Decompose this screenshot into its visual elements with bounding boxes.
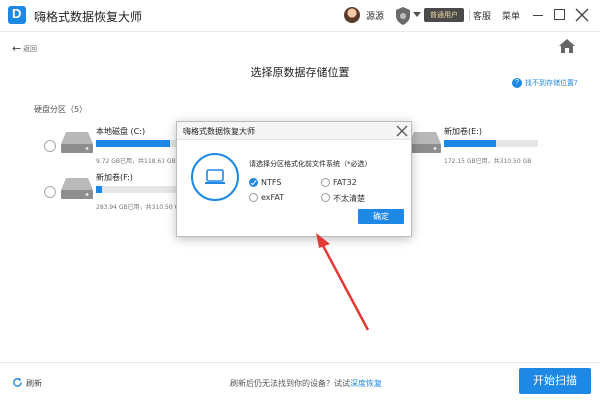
help-link[interactable]: 找不到存储位置? bbox=[525, 78, 578, 88]
service-link[interactable]: 客服 bbox=[473, 9, 491, 22]
dialog-prompt: 请选择分区格式化前文件系统（*必选） bbox=[249, 160, 372, 168]
drive-name: 本地磁盘 (C:) bbox=[96, 127, 146, 136]
laptop-icon bbox=[205, 169, 225, 184]
section-label: 硬盘分区（5） bbox=[34, 105, 88, 114]
app-title: 嗨格式数据恢复大师 bbox=[34, 10, 143, 24]
drive-info: 9.72 GB已用，共118.61 GB bbox=[96, 158, 176, 165]
option-ntfs-radio[interactable] bbox=[249, 178, 258, 187]
drive-usage-fill bbox=[96, 186, 103, 193]
home-icon[interactable] bbox=[558, 38, 576, 54]
drive-usage-bar bbox=[96, 140, 176, 147]
refresh-button[interactable]: 刷新 bbox=[26, 378, 42, 389]
title-bar: D 嗨格式数据恢复大师 源源 普通用户 客服 菜单 bbox=[0, 0, 600, 32]
option-exfat-radio[interactable] bbox=[249, 193, 258, 202]
drive-radio[interactable] bbox=[44, 140, 56, 152]
drive-info: 283.94 GB已用，共310.50 GB bbox=[96, 204, 176, 211]
divider bbox=[469, 9, 470, 21]
dialog-title: 嗨格式数据恢复大师 bbox=[183, 127, 255, 136]
drive-name: 新加卷(E:) bbox=[444, 127, 482, 136]
help-icon[interactable]: ? bbox=[512, 78, 522, 88]
menu-link[interactable]: 菜单 bbox=[502, 9, 520, 22]
file-system-dialog: 嗨格式数据恢复大师 请选择分区格式化前文件系统（*必选） NTFS FAT32 … bbox=[176, 121, 412, 237]
drive-radio[interactable] bbox=[44, 186, 56, 198]
dialog-header: 嗨格式数据恢复大师 bbox=[177, 122, 411, 140]
minimize-icon[interactable] bbox=[533, 15, 543, 16]
option-fat32-radio[interactable] bbox=[321, 178, 330, 187]
user-avatar[interactable] bbox=[344, 7, 360, 23]
app-logo-icon: D bbox=[8, 6, 26, 24]
option-unsure-radio[interactable] bbox=[321, 193, 330, 202]
hard-drive-icon bbox=[61, 178, 93, 199]
option-exfat-label[interactable]: exFAT bbox=[261, 193, 284, 202]
close-icon[interactable] bbox=[574, 7, 590, 23]
close-icon[interactable] bbox=[396, 125, 408, 137]
chevron-down-icon[interactable] bbox=[413, 12, 421, 17]
page-title: 选择原数据存储位置 bbox=[250, 66, 350, 79]
member-badge[interactable]: 普通用户 bbox=[424, 8, 464, 22]
bottom-bar: 刷新 刷新后仍无法找到你的设备？试试深度恢复 开始扫描 bbox=[0, 362, 600, 417]
drive-info: 172.15 GB已用，共310.50 GB bbox=[444, 158, 532, 165]
option-ntfs-label[interactable]: NTFS bbox=[261, 178, 281, 187]
drive-name: 新加卷(F:) bbox=[96, 173, 133, 182]
back-arrow-icon[interactable]: ← bbox=[12, 42, 21, 55]
confirm-button[interactable]: 确定 bbox=[358, 209, 404, 224]
shield-icon[interactable] bbox=[394, 6, 412, 26]
hard-drive-icon bbox=[61, 132, 93, 153]
disk-illustration bbox=[191, 153, 239, 201]
drive-usage-bar bbox=[96, 186, 176, 193]
hard-drive-icon bbox=[409, 132, 441, 153]
drive-usage-bar bbox=[444, 140, 538, 147]
drive-usage-fill bbox=[444, 140, 496, 147]
footer-text: 刷新后仍无法找到你的设备？试试 bbox=[230, 379, 350, 388]
option-fat32-label[interactable]: FAT32 bbox=[333, 178, 357, 187]
deep-recovery-link[interactable]: 深度恢复 bbox=[350, 379, 382, 388]
user-name[interactable]: 源源 bbox=[366, 9, 384, 22]
start-scan-button[interactable]: 开始扫描 bbox=[519, 368, 591, 394]
refresh-icon[interactable] bbox=[12, 377, 23, 388]
option-unsure-label[interactable]: 不太清楚 bbox=[333, 193, 365, 204]
drive-usage-fill bbox=[96, 140, 170, 147]
maximize-icon[interactable] bbox=[554, 9, 565, 20]
back-button[interactable]: 返回 bbox=[23, 44, 37, 54]
footer-message: 刷新后仍无法找到你的设备？试试深度恢复 bbox=[230, 378, 382, 389]
annotation-arrow bbox=[316, 233, 370, 331]
